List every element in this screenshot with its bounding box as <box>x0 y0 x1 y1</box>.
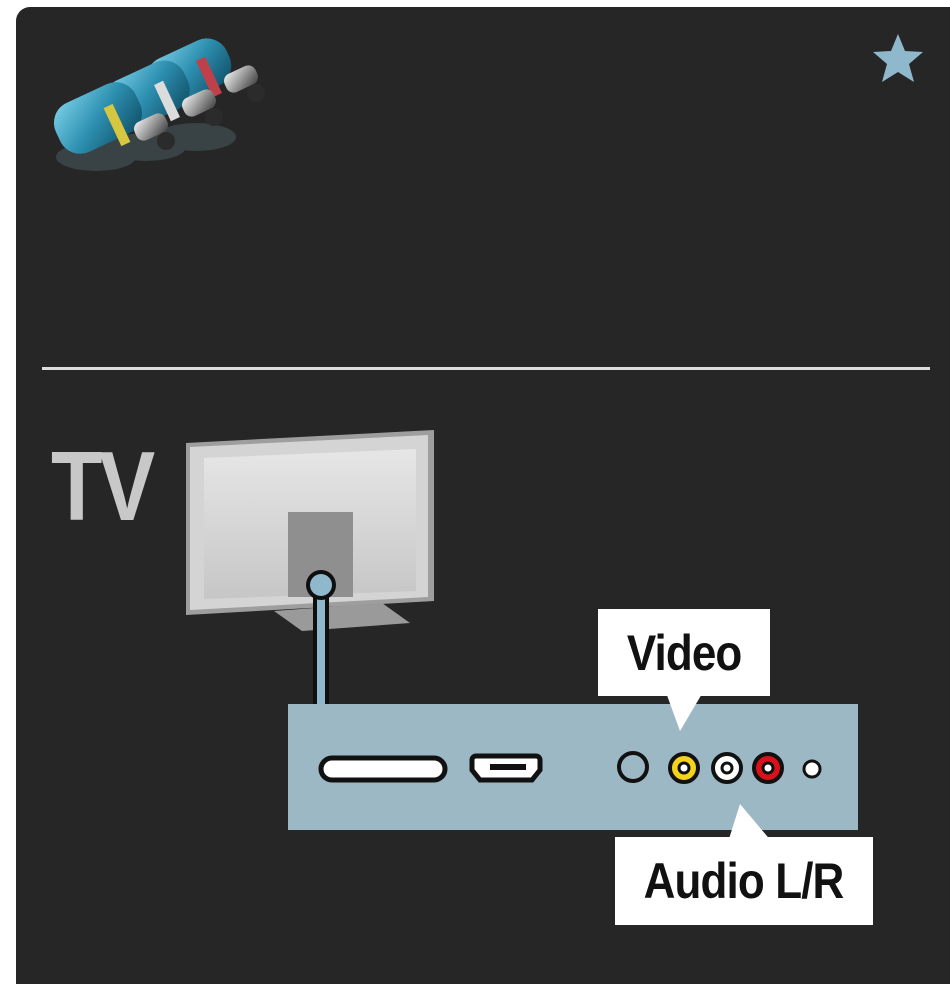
video-callout-label: Video <box>626 624 742 681</box>
diagram-panel: TV Video Audio L/R <box>16 7 950 984</box>
rca-cable-icon <box>53 38 265 171</box>
star-icon[interactable] <box>873 34 923 82</box>
small-jack <box>802 759 822 779</box>
tv-label: TV <box>51 431 155 541</box>
video-jack <box>668 752 700 784</box>
hdmi-port <box>469 753 543 783</box>
video-callout: Video <box>598 609 770 696</box>
audio-left-jack <box>711 752 743 784</box>
component-jack <box>617 751 649 783</box>
tv-back-icon <box>186 430 434 631</box>
audio-right-jack <box>752 752 784 784</box>
scart-port <box>318 755 448 783</box>
connector-panel-icon <box>288 704 858 830</box>
cable-line <box>306 570 336 707</box>
audio-callout-label: Audio L/R <box>644 853 845 909</box>
section-divider <box>42 367 930 370</box>
audio-callout: Audio L/R <box>615 837 873 925</box>
